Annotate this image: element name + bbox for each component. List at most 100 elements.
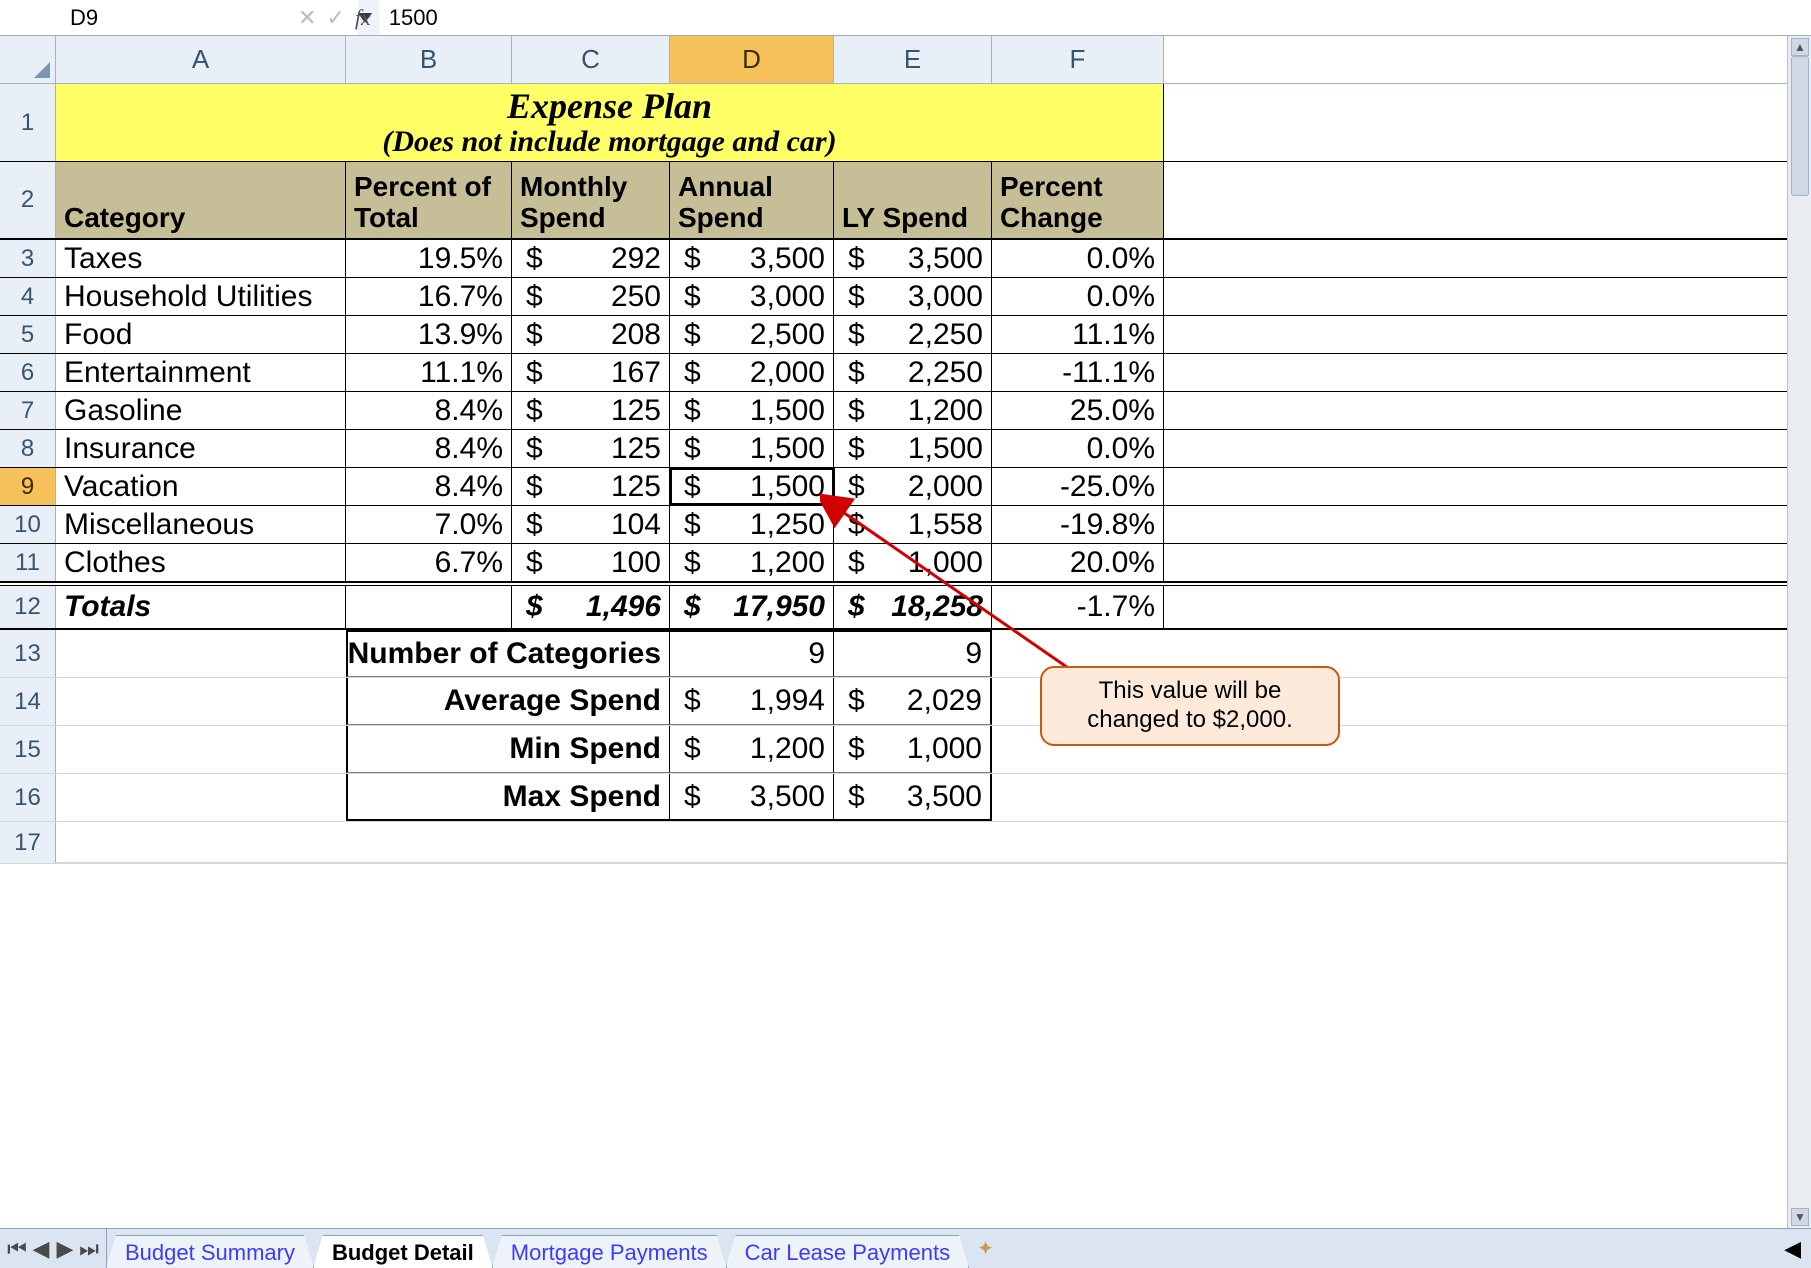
row-header-4[interactable]: 4 <box>0 278 56 315</box>
cell-C10[interactable]: $104 <box>512 506 670 543</box>
cell-A9[interactable]: Vacation <box>56 468 346 505</box>
name-box-container[interactable] <box>0 0 290 35</box>
cell-A5[interactable]: Food <box>56 316 346 353</box>
cell-D5[interactable]: $2,500 <box>670 316 834 353</box>
cell-A13[interactable] <box>56 630 346 677</box>
cell-B4[interactable]: 16.7% <box>346 278 512 315</box>
tab-next-icon[interactable]: ▶ <box>54 1238 76 1260</box>
cell-B7[interactable]: 8.4% <box>346 392 512 429</box>
cell-D9[interactable]: $1,500 <box>670 468 834 505</box>
header-ly[interactable]: LY Spend <box>834 162 992 238</box>
row-header-16[interactable]: 16 <box>0 774 56 821</box>
cell-E13[interactable]: 9 <box>834 630 992 677</box>
tab-last-icon[interactable]: ⏭ <box>78 1238 100 1260</box>
summary-label-16[interactable]: Max Spend <box>346 774 670 821</box>
cell-A4[interactable]: Household Utilities <box>56 278 346 315</box>
cell-C11[interactable]: $100 <box>512 544 670 581</box>
cell-B11[interactable]: 6.7% <box>346 544 512 581</box>
header-percent[interactable]: Percent of Total <box>346 162 512 238</box>
cell-E9[interactable]: $2,000 <box>834 468 992 505</box>
cell-B3[interactable]: 19.5% <box>346 240 512 277</box>
row-header-6[interactable]: 6 <box>0 354 56 391</box>
cell-C7[interactable]: $125 <box>512 392 670 429</box>
scroll-thumb[interactable] <box>1791 56 1809 196</box>
cell-E5[interactable]: $2,250 <box>834 316 992 353</box>
header-annual[interactable]: Annual Spend <box>670 162 834 238</box>
cell-D7[interactable]: $1,500 <box>670 392 834 429</box>
scroll-down-icon[interactable]: ▼ <box>1791 1208 1809 1226</box>
scroll-up-icon[interactable]: ▲ <box>1791 38 1809 56</box>
cell-A7[interactable]: Gasoline <box>56 392 346 429</box>
tab-first-icon[interactable]: ⏮ <box>6 1238 28 1260</box>
cell-E14[interactable]: $2,029 <box>834 678 992 725</box>
cell-C6[interactable]: $167 <box>512 354 670 391</box>
row-header-8[interactable]: 8 <box>0 430 56 467</box>
col-header-D[interactable]: D <box>670 36 834 83</box>
totals-monthly[interactable]: $1,496 <box>512 586 670 628</box>
row-header-2[interactable]: 2 <box>0 162 56 238</box>
col-header-B[interactable]: B <box>346 36 512 83</box>
cell-F7[interactable]: 25.0% <box>992 392 1164 429</box>
sheet-tab[interactable]: Budget Detail <box>313 1235 493 1268</box>
cell-C3[interactable]: $292 <box>512 240 670 277</box>
summary-label-15[interactable]: Min Spend <box>346 726 670 773</box>
row-header-9[interactable]: 9 <box>0 468 56 505</box>
cell-D10[interactable]: $1,250 <box>670 506 834 543</box>
cell-A8[interactable]: Insurance <box>56 430 346 467</box>
cell-D11[interactable]: $1,200 <box>670 544 834 581</box>
cell-E15[interactable]: $1,000 <box>834 726 992 773</box>
cell-F5[interactable]: 11.1% <box>992 316 1164 353</box>
row-header-10[interactable]: 10 <box>0 506 56 543</box>
cell-E6[interactable]: $2,250 <box>834 354 992 391</box>
row-header-12[interactable]: 12 <box>0 586 56 628</box>
cell-E4[interactable]: $3,000 <box>834 278 992 315</box>
cell-B6[interactable]: 11.1% <box>346 354 512 391</box>
cell-E8[interactable]: $1,500 <box>834 430 992 467</box>
cell-D6[interactable]: $2,000 <box>670 354 834 391</box>
cell-A3[interactable]: Taxes <box>56 240 346 277</box>
cell-B5[interactable]: 13.9% <box>346 316 512 353</box>
row-header-5[interactable]: 5 <box>0 316 56 353</box>
cell-C8[interactable]: $125 <box>512 430 670 467</box>
header-change[interactable]: Percent Change <box>992 162 1164 238</box>
formula-input[interactable] <box>379 0 1811 35</box>
hscroll-area[interactable]: ◀ <box>1784 1236 1811 1262</box>
cell-D3[interactable]: $3,500 <box>670 240 834 277</box>
col-header-C[interactable]: C <box>512 36 670 83</box>
cell-B8[interactable]: 8.4% <box>346 430 512 467</box>
col-header-A[interactable]: A <box>56 36 346 83</box>
header-monthly[interactable]: Monthly Spend <box>512 162 670 238</box>
cell-E7[interactable]: $1,200 <box>834 392 992 429</box>
cell-D16[interactable]: $3,500 <box>670 774 834 821</box>
cell-A11[interactable]: Clothes <box>56 544 346 581</box>
cell-F16[interactable] <box>992 774 1164 821</box>
sheet-tab[interactable]: Mortgage Payments <box>492 1235 727 1268</box>
cell-F11[interactable]: 20.0% <box>992 544 1164 581</box>
totals-annual[interactable]: $17,950 <box>670 586 834 628</box>
row-header-1[interactable]: 1 <box>0 84 56 161</box>
summary-label-14[interactable]: Average Spend <box>346 678 670 725</box>
cell-C5[interactable]: $208 <box>512 316 670 353</box>
cell-F3[interactable]: 0.0% <box>992 240 1164 277</box>
row-header-7[interactable]: 7 <box>0 392 56 429</box>
tab-prev-icon[interactable]: ◀ <box>30 1238 52 1260</box>
title-cell[interactable]: Expense Plan (Does not include mortgage … <box>56 84 1164 161</box>
cell-E10[interactable]: $1,558 <box>834 506 992 543</box>
row-header-17[interactable]: 17 <box>0 822 56 863</box>
select-all-corner[interactable] <box>0 36 56 83</box>
row-header-14[interactable]: 14 <box>0 678 56 725</box>
cell-A15[interactable] <box>56 726 346 773</box>
row-header-3[interactable]: 3 <box>0 240 56 277</box>
cell-D8[interactable]: $1,500 <box>670 430 834 467</box>
fx-icon[interactable]: fx <box>355 5 371 31</box>
cell-A6[interactable]: Entertainment <box>56 354 346 391</box>
row-header-13[interactable]: 13 <box>0 630 56 677</box>
totals-change[interactable]: -1.7% <box>992 586 1164 628</box>
header-category[interactable]: Category <box>56 162 346 238</box>
cell-E3[interactable]: $3,500 <box>834 240 992 277</box>
cell-A10[interactable]: Miscellaneous <box>56 506 346 543</box>
cell-F8[interactable]: 0.0% <box>992 430 1164 467</box>
cell-D4[interactable]: $3,000 <box>670 278 834 315</box>
col-header-E[interactable]: E <box>834 36 992 83</box>
totals-ly[interactable]: $18,258 <box>834 586 992 628</box>
